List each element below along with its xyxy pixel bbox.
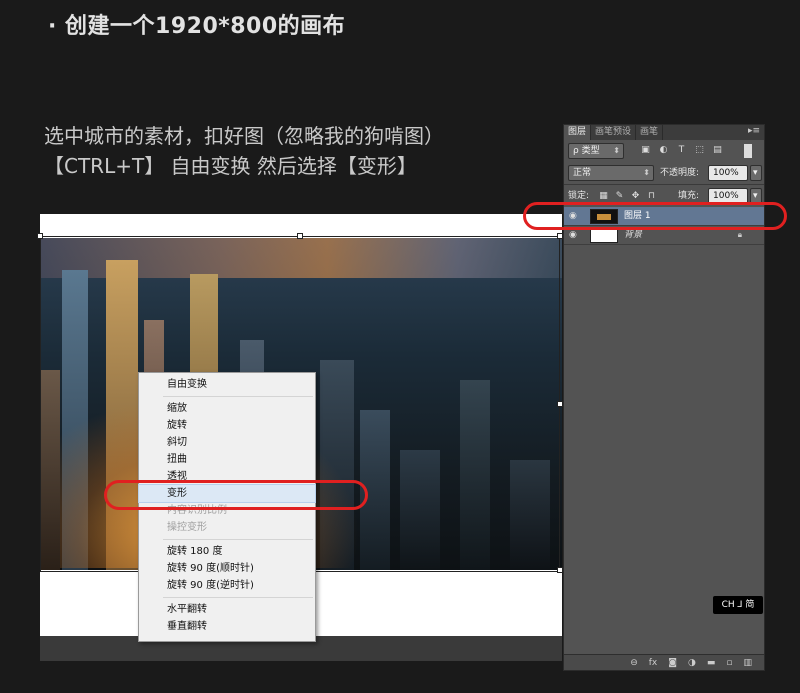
building xyxy=(400,450,440,570)
layers-panel[interactable]: 图层 画笔预设 画笔 ▸≡ ρ 类型 ⬍ ▣ ◐ T ⬚ ▤ 正常 ⬍ 不透明度… xyxy=(563,124,765,671)
chevron-down-icon: ▾ xyxy=(753,168,758,178)
fill-dropdown[interactable]: ▾ xyxy=(750,188,762,204)
layer-thumbnail xyxy=(590,228,618,243)
add-mask-icon[interactable]: ◙ xyxy=(668,655,677,670)
chevron-updown-icon: ⬍ xyxy=(643,168,650,177)
chevron-down-icon: ▾ xyxy=(753,191,758,201)
new-layer-icon[interactable]: ▫ xyxy=(726,655,732,670)
tutorial-heading: · 创建一个1920*800的画布 xyxy=(48,14,346,39)
layer-thumbnail xyxy=(590,209,618,224)
opacity-value: 100% xyxy=(713,168,739,178)
menu-item-warp[interactable]: 变形 xyxy=(138,484,316,503)
menu-separator xyxy=(163,539,313,540)
trash-icon[interactable]: ▥ xyxy=(743,655,752,670)
menu-separator xyxy=(163,597,313,598)
adjustment-layer-icon[interactable]: ◑ xyxy=(688,655,696,670)
panel-bottom-bar: ⊖ fx ◙ ◑ ▬ ▫ ▥ xyxy=(564,654,764,670)
new-group-icon[interactable]: ▬ xyxy=(707,655,716,670)
lock-label: 锁定: xyxy=(568,191,590,201)
blend-mode-select[interactable]: 正常 ⬍ xyxy=(568,165,654,181)
lock-paint-icon[interactable]: ✎ xyxy=(614,191,625,202)
lock-position-icon[interactable]: ✥ xyxy=(630,191,641,202)
eye-icon[interactable]: ◉ xyxy=(569,211,579,221)
menu-item-distort[interactable]: 扭曲 xyxy=(139,451,315,468)
opacity-dropdown[interactable]: ▾ xyxy=(750,165,762,181)
chevron-updown-icon: ⬍ xyxy=(613,146,620,155)
type-filter-icon[interactable]: T xyxy=(676,145,687,156)
blend-row: 正常 ⬍ 不透明度: 100% ▾ xyxy=(564,162,764,184)
transform-context-menu[interactable]: 自由变换 缩放 旋转 斜切 扭曲 透视 变形 内容识别比例 操控变形 旋转 18… xyxy=(138,372,316,642)
menu-item-free-transform[interactable]: 自由变换 xyxy=(139,376,315,393)
fx-icon[interactable]: fx xyxy=(649,655,658,670)
layer-name[interactable]: 背景 xyxy=(624,226,642,245)
menu-item-scale[interactable]: 缩放 xyxy=(139,400,315,417)
building xyxy=(460,380,490,570)
lock-transparent-icon[interactable]: ▦ xyxy=(598,191,609,202)
tab-layers[interactable]: 图层 xyxy=(564,125,592,140)
layer-row-background[interactable]: ◉ 背景 🔒︎ xyxy=(564,226,764,245)
pixel-filter-icon[interactable]: ▣ xyxy=(640,145,651,156)
tab-brush-presets[interactable]: 画笔预设 xyxy=(591,125,637,140)
link-layers-icon[interactable]: ⊖ xyxy=(630,655,638,670)
smart-object-filter-icon[interactable]: ▤ xyxy=(712,145,723,156)
instruction-line-1: 选中城市的素材，扣好图（忽略我的狗啃图） xyxy=(44,124,444,148)
building xyxy=(40,370,60,570)
building xyxy=(360,410,390,570)
eye-icon[interactable]: ◉ xyxy=(569,230,579,240)
panel-tabs: 图层 画笔预设 画笔 ▸≡ xyxy=(564,125,764,140)
lock-row: 锁定: ▦ ✎ ✥ ⊓ 填充: 100% ▾ xyxy=(564,185,764,207)
layer-row-layer1[interactable]: ◉ 图层 1 xyxy=(564,207,764,226)
menu-separator xyxy=(163,396,313,397)
tab-brush[interactable]: 画笔 xyxy=(636,125,664,140)
filter-row: ρ 类型 ⬍ ▣ ◐ T ⬚ ▤ xyxy=(564,140,764,162)
menu-item-rotate-90-cw[interactable]: 旋转 90 度(顺时针) xyxy=(139,560,315,577)
opacity-input[interactable]: 100% xyxy=(708,165,748,181)
menu-item-perspective[interactable]: 透视 xyxy=(139,468,315,485)
filter-type-label: ρ 类型 xyxy=(573,146,600,156)
instruction-line-2: 【CTRL+T】 自由变换 然后选择【变形】 xyxy=(44,154,417,178)
menu-item-flip-horizontal[interactable]: 水平翻转 xyxy=(139,601,315,618)
layer-name[interactable]: 图层 1 xyxy=(624,207,651,226)
adjustment-filter-icon[interactable]: ◐ xyxy=(658,145,669,156)
fill-value: 100% xyxy=(713,191,739,201)
lock-all-icon[interactable]: ⊓ xyxy=(646,191,657,202)
menu-item-flip-vertical[interactable]: 垂直翻转 xyxy=(139,618,315,635)
menu-item-puppet-warp: 操控变形 xyxy=(167,522,207,533)
shape-filter-icon[interactable]: ⬚ xyxy=(694,145,705,156)
ime-indicator: CH ⅃ 简 xyxy=(713,596,763,614)
opacity-label: 不透明度: xyxy=(660,168,700,178)
menu-item-rotate-180[interactable]: 旋转 180 度 xyxy=(139,543,315,560)
building xyxy=(510,460,550,570)
menu-item-content-aware-scale: 内容识别比例 xyxy=(167,505,227,516)
filter-type-select[interactable]: ρ 类型 ⬍ xyxy=(568,143,624,159)
menu-item-rotate-90-ccw[interactable]: 旋转 90 度(逆时针) xyxy=(139,577,315,594)
menu-item-skew[interactable]: 斜切 xyxy=(139,434,315,451)
panel-menu-icon[interactable]: ▸≡ xyxy=(748,126,760,136)
lock-icon: 🔒︎ xyxy=(737,230,742,239)
filter-toggle-icon[interactable] xyxy=(744,144,752,158)
fill-input[interactable]: 100% xyxy=(708,188,748,204)
blend-mode-value: 正常 xyxy=(573,168,592,178)
menu-item-rotate[interactable]: 旋转 xyxy=(139,417,315,434)
fill-label: 填充: xyxy=(678,191,700,201)
